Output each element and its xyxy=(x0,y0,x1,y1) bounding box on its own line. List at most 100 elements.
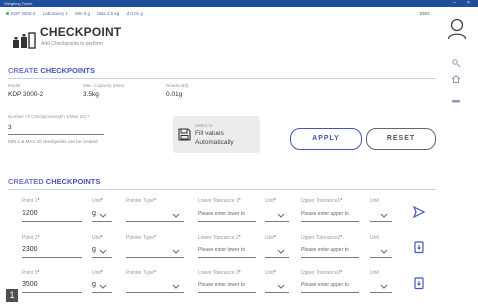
min-value: Min 0 g xyxy=(75,11,91,16)
chevron-down-icon[interactable] xyxy=(99,249,107,254)
checkpoint-limit-info: MIN 1 & MAX 20 checkpoints can be create… xyxy=(8,139,98,144)
point-label: Point 3* xyxy=(22,270,40,276)
chevron-down-icon[interactable] xyxy=(99,284,107,289)
pointer-type-underline xyxy=(126,292,184,293)
user-icon[interactable] xyxy=(447,18,467,40)
create-title-bold: CHECKPOINTS xyxy=(40,66,95,75)
point-underline xyxy=(22,221,82,222)
number-checkpoints-input[interactable]: 3 xyxy=(8,124,12,131)
unit-select[interactable]: g xyxy=(92,210,96,217)
fill-line-2: Automatically xyxy=(195,139,234,146)
minimize-button[interactable]: – xyxy=(453,0,456,7)
model-value: KDP 3000-2 xyxy=(8,91,44,98)
create-divider xyxy=(8,78,436,79)
pointer-type-label: Pointer Type* xyxy=(126,198,156,204)
upper-unit-underline xyxy=(370,221,392,222)
chevron-down-icon[interactable] xyxy=(277,213,285,218)
apply-button[interactable]: APPLY xyxy=(290,128,362,150)
pointer-type-underline xyxy=(126,221,184,222)
upper-unit-label: Unit xyxy=(370,270,379,276)
point-underline xyxy=(22,292,82,293)
lower-tolerance-input[interactable]: Please enter lower to xyxy=(198,211,245,217)
upper-unit-label: Unit xyxy=(370,235,379,241)
status-dot-icon xyxy=(6,12,9,16)
unit-select[interactable]: g xyxy=(92,281,96,288)
point-input[interactable]: 1200 xyxy=(22,210,38,217)
upper-unit-underline xyxy=(370,292,392,293)
upper-tolerance-input[interactable]: Please enter upper to xyxy=(301,211,349,217)
home-icon[interactable] xyxy=(451,71,461,83)
readout-label: Readout(d) xyxy=(166,83,189,88)
chevron-down-icon[interactable] xyxy=(172,284,180,289)
created-divider xyxy=(8,189,436,190)
lower-tolerance-input[interactable]: Please enter lower to xyxy=(198,282,245,288)
lower-unit-label: Unit* xyxy=(265,198,276,204)
upper-tolerance-underline xyxy=(301,221,359,222)
chevron-down-icon[interactable] xyxy=(380,213,388,218)
pointer-type-underline xyxy=(126,257,184,258)
upper-tolerance-input[interactable]: Please enter upper to xyxy=(301,282,349,288)
delete-icon[interactable] xyxy=(412,276,426,290)
capacity-value: 3.5kg xyxy=(83,91,99,98)
capacity-label: Max. Capacity (Max) xyxy=(83,83,125,88)
save-icon xyxy=(178,128,191,141)
lab-name: Laboratory 1 xyxy=(42,11,68,16)
chevron-down-icon[interactable] xyxy=(172,249,180,254)
max-value: Max 3.5 kg xyxy=(97,11,120,16)
chevron-down-icon[interactable] xyxy=(172,213,180,218)
fill-subtitle: Select to xyxy=(195,123,213,128)
settings-icon[interactable] xyxy=(451,55,461,68)
point-input[interactable]: 3500 xyxy=(22,281,38,288)
window-title-bar: Weighing Touch – × xyxy=(0,0,478,7)
unit-label: Unit* xyxy=(92,235,103,241)
upper-tolerance-underline xyxy=(301,257,359,258)
number-input-underline xyxy=(8,134,104,135)
upper-unit-underline xyxy=(370,257,392,258)
lower-tolerance-underline xyxy=(198,257,256,258)
upper-tolerance-label: Upper Tolerance3* xyxy=(301,270,343,276)
auto-fill-toggle[interactable]: Select to Fill values Automatically xyxy=(173,116,260,153)
chevron-down-icon[interactable] xyxy=(277,249,285,254)
point-input[interactable]: 2300 xyxy=(22,246,38,253)
send-icon[interactable] xyxy=(412,205,426,219)
point-underline xyxy=(22,257,82,258)
upper-unit-label: Unit xyxy=(370,198,379,204)
created-title-light: CREATED xyxy=(8,177,44,186)
readout-value: d 0.01 g xyxy=(126,11,143,16)
create-title-light: CREATE xyxy=(8,66,39,75)
unit-underline xyxy=(92,221,112,222)
collapse-icon[interactable] xyxy=(451,93,461,103)
unit-select[interactable]: g xyxy=(92,246,96,253)
upper-tolerance-underline xyxy=(301,292,359,293)
chevron-down-icon[interactable] xyxy=(277,284,285,289)
delete-icon[interactable] xyxy=(412,240,426,254)
created-title-bold: CHECKPOINTS xyxy=(45,177,101,186)
unit-underline xyxy=(92,257,112,258)
readout-field-value: 0.01g xyxy=(166,91,183,98)
language-selector[interactable]: ENG xyxy=(420,11,430,16)
chevron-down-icon[interactable] xyxy=(380,284,388,289)
chevron-down-icon[interactable] xyxy=(380,249,388,254)
lower-unit-underline xyxy=(265,221,289,222)
lower-unit-underline xyxy=(265,292,289,293)
page-number-badge: 1 xyxy=(6,289,18,302)
upper-tolerance-label: Upper Tolerance2* xyxy=(301,235,343,241)
create-section-title: CREATE CHECKPOINTS xyxy=(8,66,95,75)
close-button[interactable]: × xyxy=(467,0,470,7)
chevron-down-icon[interactable] xyxy=(99,213,107,218)
point-label: Point 1* xyxy=(22,198,40,204)
reset-button[interactable]: RESET xyxy=(366,128,436,150)
unit-label: Unit* xyxy=(92,270,103,276)
model-label: Model xyxy=(8,83,21,88)
lower-tolerance-underline xyxy=(198,292,256,293)
lower-unit-underline xyxy=(265,257,289,258)
lower-tolerance-underline xyxy=(198,221,256,222)
lower-tolerance-label: Lower Tolerance 1* xyxy=(198,198,241,204)
lower-tolerance-input[interactable]: Please enter lower to xyxy=(198,247,245,253)
pointer-type-label: Pointer Type* xyxy=(126,235,156,241)
upper-tolerance-input[interactable]: Please enter upper to xyxy=(301,247,349,253)
lower-tolerance-label: Lower Tolerance 3* xyxy=(198,270,241,276)
page-title: CHECKPOINT xyxy=(40,25,122,39)
fill-line-1: Fill values xyxy=(195,130,224,137)
lower-tolerance-label: Lower Tolerance 2* xyxy=(198,235,241,241)
